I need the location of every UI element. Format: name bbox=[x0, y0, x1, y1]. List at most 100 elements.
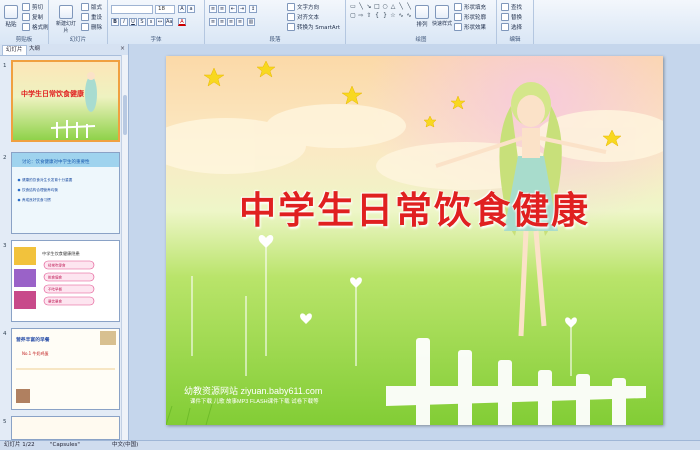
align-text-icon bbox=[287, 13, 295, 21]
tab-outline[interactable]: 大纲 bbox=[26, 45, 43, 54]
arrange-button[interactable]: 排列 bbox=[414, 5, 430, 28]
text-direction-button[interactable]: 文字方向 bbox=[287, 3, 319, 11]
find-icon bbox=[501, 3, 509, 11]
slide-title[interactable]: 中学生日常饮食健康 bbox=[166, 180, 663, 234]
underline-icon[interactable]: U bbox=[129, 18, 137, 26]
increase-indent-icon[interactable]: ⇥ bbox=[238, 5, 246, 13]
decrease-indent-icon[interactable]: ⇤ bbox=[229, 5, 237, 13]
thumb-4-title: 营养丰富的早餐 bbox=[16, 336, 50, 343]
group-label: 编辑 bbox=[509, 37, 521, 43]
drawing-group: ▭ ╲ ↘ □ ○ △ ╲ ╲ ▢ ⇨ ⇧ { } ☆ ∿ ∿ 排列 快速样式 … bbox=[346, 0, 497, 44]
align-left-icon[interactable]: ≡ bbox=[209, 18, 217, 26]
quick-styles-button[interactable]: 快速样式 bbox=[432, 5, 452, 27]
numbering-icon[interactable]: ≡ bbox=[218, 5, 226, 13]
ribbon: 粘贴 剪切 复制 格式刷 剪贴板 新建幻灯片 版式 重设 删除 幻灯片 18 A… bbox=[0, 0, 700, 45]
cut-button[interactable]: 剪切 bbox=[22, 3, 43, 11]
arrow-right-shape-icon[interactable]: ⇨ bbox=[357, 12, 365, 19]
thumb-2-item: 饮食结构合理营养均衡 bbox=[22, 187, 58, 192]
shape-outline-button[interactable]: 形状轮廓 bbox=[454, 13, 486, 21]
close-icon[interactable]: × bbox=[120, 45, 125, 52]
strikethrough-icon[interactable]: S bbox=[138, 18, 146, 26]
slide-thumbnail-2[interactable]: 讨论：饮食健康对中学生的重要性 健康的饮食对生长发育十分重要 饮食结构合理营养均… bbox=[11, 152, 120, 234]
delete-button[interactable]: 删除 bbox=[81, 23, 102, 31]
copy-button[interactable]: 复制 bbox=[22, 13, 43, 21]
footer-links-text: 课件下载 儿歌 故事MP3 FLASH课件下载 试卷下载等 bbox=[190, 399, 319, 405]
bullets-icon[interactable]: ≡ bbox=[209, 5, 217, 13]
thumb-2-item: 健康的饮食对生长发育十分重要 bbox=[22, 177, 73, 182]
rounded-shape-icon[interactable]: ▢ bbox=[349, 12, 357, 19]
slide-canvas[interactable]: 中学生日常饮食健康 幼教资源网站 ziyuan.baby611.com 课件下载… bbox=[166, 56, 663, 425]
new-slide-button[interactable]: 新建幻灯片 bbox=[55, 5, 77, 34]
format-painter-button[interactable]: 格式刷 bbox=[22, 23, 49, 31]
slide-number: 1 bbox=[3, 63, 7, 69]
replace-icon bbox=[501, 13, 509, 21]
smartart-button[interactable]: 转换为 SmartArt bbox=[287, 23, 340, 31]
paste-button[interactable]: 粘贴 bbox=[3, 5, 19, 28]
footer-site-text: 幼教资源网站 ziyuan.baby611.com bbox=[184, 386, 323, 396]
shape-effects-button[interactable]: 形状效果 bbox=[454, 23, 486, 31]
align-center-icon[interactable]: ≡ bbox=[218, 18, 226, 26]
scrollbar-thumb[interactable] bbox=[123, 95, 127, 135]
group-label: 段落 bbox=[269, 37, 281, 43]
slide-number: 4 bbox=[3, 331, 7, 337]
copy-icon bbox=[22, 13, 30, 21]
shape-fill-button[interactable]: 形状填充 bbox=[454, 3, 486, 11]
find-button[interactable]: 查找 bbox=[501, 3, 522, 11]
panel-scrollbar[interactable] bbox=[121, 55, 128, 440]
tab-slides[interactable]: 幻灯片 bbox=[2, 45, 27, 55]
bracket2-shape-icon[interactable]: } bbox=[381, 12, 389, 19]
thumb-1-title: 中学生日常饮食健康 bbox=[21, 89, 85, 98]
thumb-4-sub: No.1 牛奶鸡蛋 bbox=[22, 350, 48, 356]
line-spacing-icon[interactable]: ↕ bbox=[249, 5, 257, 13]
font-name-combo[interactable] bbox=[111, 5, 153, 14]
thumb-2-item: 养成良好饮食习惯 bbox=[22, 197, 51, 202]
effects-icon bbox=[454, 23, 462, 31]
line3-shape-icon[interactable]: ╲ bbox=[405, 3, 413, 10]
clipboard-group: 粘贴 剪切 复制 格式刷 剪贴板 bbox=[0, 0, 49, 44]
case-icon[interactable]: Aa bbox=[165, 18, 173, 26]
line-shape-icon[interactable]: ╲ bbox=[357, 3, 365, 10]
star-shape-icon[interactable]: ☆ bbox=[389, 12, 397, 19]
slide-thumbnail-5[interactable] bbox=[11, 416, 120, 440]
slide-thumbnail-4[interactable]: 营养丰富的早餐 No.1 牛奶鸡蛋 bbox=[11, 328, 120, 410]
arrange-icon bbox=[415, 5, 429, 19]
font-size-combo[interactable]: 18 bbox=[155, 5, 175, 14]
italic-icon[interactable]: I bbox=[120, 18, 128, 26]
layout-button[interactable]: 版式 bbox=[81, 3, 102, 11]
grow-font-icon[interactable]: A bbox=[178, 5, 186, 13]
select-button[interactable]: 选择 bbox=[501, 23, 522, 31]
spacing-icon[interactable]: ↔ bbox=[156, 18, 164, 26]
justify-icon[interactable]: ≡ bbox=[236, 18, 244, 26]
shadow-icon[interactable]: s bbox=[147, 18, 155, 26]
square-shape-icon[interactable]: □ bbox=[373, 3, 381, 10]
slide-background bbox=[166, 56, 663, 425]
layout-icon bbox=[81, 3, 89, 11]
bold-icon[interactable]: B bbox=[111, 18, 119, 26]
curve-shape-icon[interactable]: ∿ bbox=[397, 12, 405, 19]
columns-icon[interactable]: ▥ bbox=[247, 18, 255, 26]
shrink-font-icon[interactable]: a bbox=[187, 5, 195, 13]
triangle-shape-icon[interactable]: △ bbox=[389, 3, 397, 10]
curve2-shape-icon[interactable]: ∿ bbox=[405, 12, 413, 19]
new-slide-icon bbox=[59, 5, 73, 19]
slide-number: 5 bbox=[3, 419, 7, 425]
slide-thumbnail-3[interactable]: 中学生饮食健康隐患 经常吃零食 挑食偏食 不吃早餐 暴饮暴食 bbox=[11, 240, 120, 322]
slide-thumbnail-1[interactable]: 中学生日常饮食健康 bbox=[11, 60, 120, 142]
text-direction-icon bbox=[287, 3, 295, 11]
replace-button[interactable]: 替换 bbox=[501, 13, 522, 21]
reset-button[interactable]: 重设 bbox=[81, 13, 102, 21]
arrow-shape-icon[interactable]: ↘ bbox=[365, 3, 373, 10]
thumb-4-art: 营养丰富的早餐 No.1 牛奶鸡蛋 bbox=[12, 329, 119, 409]
rectangle-shape-icon[interactable]: ▭ bbox=[349, 3, 357, 10]
oval-shape-icon[interactable]: ○ bbox=[381, 3, 389, 10]
bracket-shape-icon[interactable]: { bbox=[373, 12, 381, 19]
align-right-icon[interactable]: ≡ bbox=[227, 18, 235, 26]
line2-shape-icon[interactable]: ╲ bbox=[397, 3, 405, 10]
thumb-3-item: 暴饮暴食 bbox=[48, 299, 62, 304]
thumb-3-title: 中学生饮食健康隐患 bbox=[42, 250, 80, 257]
arrow-up-shape-icon[interactable]: ⇧ bbox=[365, 12, 373, 19]
align-text-button[interactable]: 对齐文本 bbox=[287, 13, 319, 21]
font-color-icon[interactable]: A bbox=[178, 18, 186, 26]
group-label: 绘图 bbox=[415, 37, 427, 43]
slide-number: 3 bbox=[3, 243, 7, 249]
